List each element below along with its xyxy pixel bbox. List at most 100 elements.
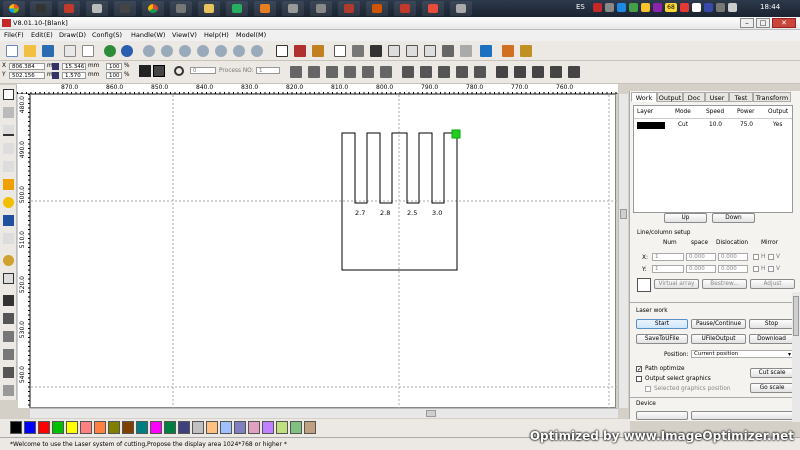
zoom-page-icon[interactable] xyxy=(215,45,227,57)
color-swatch[interactable] xyxy=(122,421,134,434)
tray-icon[interactable] xyxy=(641,3,650,12)
image-tool-icon[interactable] xyxy=(3,255,14,266)
polyline-tool-icon[interactable] xyxy=(3,143,14,154)
same-size-icon[interactable] xyxy=(474,66,486,78)
scrollbar-thumb[interactable] xyxy=(426,410,436,417)
array-grid-icon[interactable] xyxy=(637,278,651,292)
menu-config[interactable]: Config(S) xyxy=(92,31,122,40)
lock-ratio-icon[interactable] xyxy=(139,65,151,77)
taskbar-app-6[interactable] xyxy=(170,1,192,16)
ellipse-tool-icon[interactable] xyxy=(3,197,14,208)
pause-continue-button[interactable]: Pause/Continue xyxy=(691,319,746,329)
vertical-scrollbar[interactable] xyxy=(618,94,628,408)
stop-button[interactable]: Stop xyxy=(749,319,794,329)
menu-view[interactable]: View(V) xyxy=(172,31,197,40)
output-select-checkbox[interactable] xyxy=(636,376,642,382)
taskbar-chrome[interactable] xyxy=(142,1,164,16)
taskbar-app-11[interactable] xyxy=(310,1,332,16)
color-swatch[interactable] xyxy=(66,421,78,434)
taskbar-app-4[interactable] xyxy=(114,1,136,16)
drawing-canvas[interactable]: 2.7 2.8 2.5 3.0 xyxy=(30,94,617,409)
adjust-button[interactable]: Adjust xyxy=(750,279,795,289)
position-y-field[interactable]: 502.156 xyxy=(9,72,45,79)
tray-icon[interactable] xyxy=(617,3,626,12)
align-top-icon[interactable] xyxy=(326,66,338,78)
color-swatch[interactable] xyxy=(52,421,64,434)
move-center-icon[interactable] xyxy=(568,66,580,78)
ufile-output-button[interactable]: UFileOutput xyxy=(691,334,746,344)
taskbar-app-10[interactable] xyxy=(282,1,304,16)
mirror-v-icon[interactable] xyxy=(3,349,14,360)
tab-doc[interactable]: Doc xyxy=(683,92,705,102)
color-swatch[interactable] xyxy=(164,421,176,434)
tray-icon[interactable] xyxy=(653,3,662,12)
node-tool-icon[interactable] xyxy=(3,107,14,118)
curve-icon[interactable] xyxy=(334,45,346,57)
export-icon[interactable] xyxy=(82,45,94,57)
print-icon[interactable] xyxy=(442,45,454,57)
rotate-icon[interactable] xyxy=(174,66,184,76)
color-swatch[interactable] xyxy=(290,421,302,434)
zoom-fit-icon[interactable] xyxy=(197,45,209,57)
cut-scale-button[interactable]: Cut scale xyxy=(750,368,794,378)
color-swatch[interactable] xyxy=(276,421,288,434)
point-tool-icon[interactable] xyxy=(3,233,14,244)
color-swatch[interactable] xyxy=(94,421,106,434)
color-swatch[interactable] xyxy=(150,421,162,434)
color-swatch[interactable] xyxy=(24,421,36,434)
align-middle-icon[interactable] xyxy=(380,66,392,78)
start-point-marker[interactable] xyxy=(451,129,461,139)
move-bottom-left-icon[interactable] xyxy=(550,66,562,78)
clock[interactable]: 18:44 xyxy=(760,3,780,11)
grid-tool-icon[interactable] xyxy=(3,273,14,284)
x-space-field[interactable]: 0.000 xyxy=(686,253,716,261)
angle-field[interactable]: 0 xyxy=(190,67,216,74)
save-icon[interactable] xyxy=(42,45,54,57)
mirror-v-checkbox[interactable] xyxy=(768,266,774,272)
mirror-h-checkbox[interactable] xyxy=(753,254,759,260)
taskbar-folder[interactable] xyxy=(198,1,220,16)
tray-badge[interactable]: 68 xyxy=(665,3,677,12)
device-button[interactable] xyxy=(636,411,688,420)
align-center-icon[interactable] xyxy=(362,66,374,78)
taskbar-app-13[interactable] xyxy=(366,1,388,16)
size-width-field[interactable]: 15.346 xyxy=(62,63,86,70)
color-swatch[interactable] xyxy=(248,421,260,434)
align-right-icon[interactable] xyxy=(308,66,320,78)
line-tool-icon[interactable] xyxy=(3,125,14,136)
color-swatch[interactable] xyxy=(192,421,204,434)
y-space-field[interactable]: 0.000 xyxy=(686,265,716,273)
device-icon[interactable] xyxy=(460,45,472,57)
x-dislocation-field[interactable]: 0.000 xyxy=(718,253,748,261)
taskbar-app-2[interactable] xyxy=(58,1,80,16)
download-button[interactable]: Download xyxy=(749,334,794,344)
tab-work[interactable]: Work xyxy=(631,92,657,102)
y-dislocation-field[interactable]: 0.000 xyxy=(718,265,748,273)
distribute-v-icon[interactable] xyxy=(420,66,432,78)
process-no-field[interactable]: 1 xyxy=(256,67,280,74)
tray-icon[interactable] xyxy=(629,3,638,12)
break-icon[interactable] xyxy=(406,45,418,57)
text-tool-icon[interactable] xyxy=(3,215,14,226)
open-folder-icon[interactable] xyxy=(24,45,36,57)
close-button[interactable]: ✕ xyxy=(772,18,796,28)
zoom-all-icon[interactable] xyxy=(251,45,263,57)
arrow-left-icon[interactable] xyxy=(104,45,116,57)
arrow-right-icon[interactable] xyxy=(121,45,133,57)
combine-icon[interactable] xyxy=(424,45,436,57)
tray-icon[interactable] xyxy=(605,3,614,12)
table-row[interactable]: Cut 10.0 75.0 Yes xyxy=(636,121,790,130)
layer-down-button[interactable]: Down xyxy=(712,213,755,223)
y-num-field[interactable]: 1 xyxy=(652,265,684,273)
position-select[interactable]: Current position xyxy=(691,350,794,358)
rectangle-select-icon[interactable] xyxy=(276,45,288,57)
zoom-in-icon[interactable] xyxy=(143,45,155,57)
color-swatch[interactable] xyxy=(206,421,218,434)
bestrew-button[interactable]: Bestrew... xyxy=(702,279,747,289)
menu-edit[interactable]: Edit(E) xyxy=(31,31,53,40)
move-top-right-icon[interactable] xyxy=(514,66,526,78)
color-swatch[interactable] xyxy=(38,421,50,434)
virtual-array-button[interactable]: Virtual array xyxy=(654,279,699,289)
tray-icon[interactable] xyxy=(704,3,713,12)
node-edit-icon[interactable] xyxy=(294,45,306,57)
